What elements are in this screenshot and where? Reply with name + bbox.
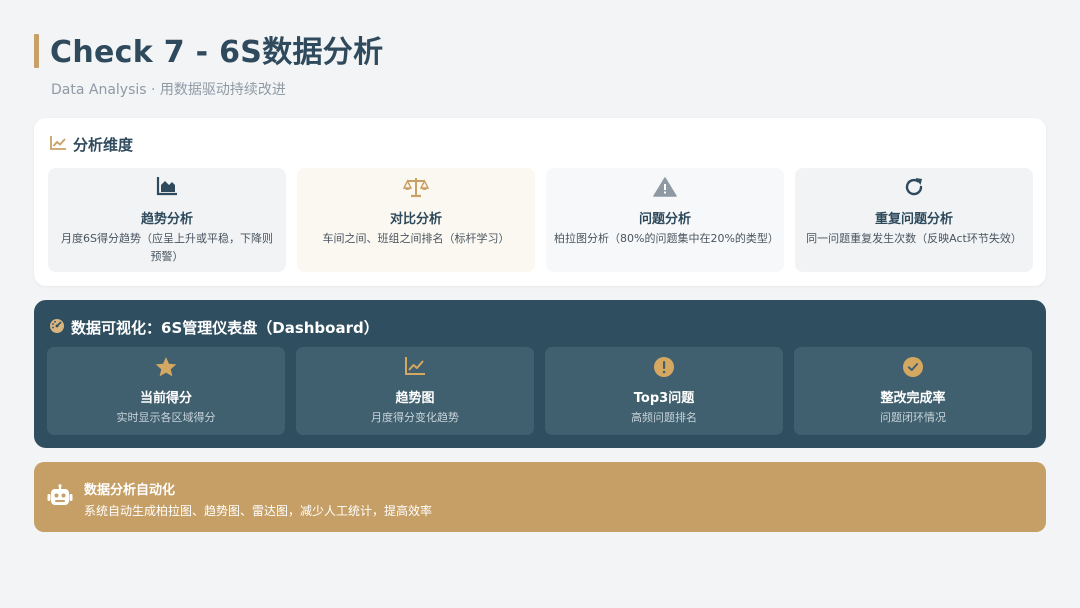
dimension-trend-analysis: 趋势分析 月度6S得分趋势（应呈上升或平稳，下降则预警）: [48, 168, 286, 272]
dashboard-header: 数据可视化：6S管理仪表盘（Dashboard）: [49, 317, 379, 338]
dimension-desc: 月度6S得分趋势（应呈上升或平稳，下降则预警）: [61, 232, 273, 263]
line-chart-icon: [404, 356, 426, 378]
dimension-desc: 车间之间、班组之间排名（标杆学习）: [322, 232, 510, 245]
dimension-name: 对比分析: [389, 212, 442, 227]
analysis-dimensions-header: 分析维度: [49, 134, 133, 155]
dashboard-tile-rectification-rate: 整改完成率 问题闭环情况: [794, 347, 1032, 435]
dashboard-tile-name: 当前得分: [139, 391, 192, 406]
line-chart-icon: [49, 135, 67, 155]
automation-desc: 系统自动生成柏拉图、趋势图、雷达图，减少人工统计，提高效率: [84, 504, 433, 518]
dashboard-tile-name: 整改完成率: [880, 391, 946, 406]
dimension-repeat-problem-analysis: 重复问题分析 同一问题重复发生次数（反映Act环节失效）: [795, 168, 1033, 272]
page-title: Check 7 - 6S数据分析: [50, 35, 384, 70]
warning-icon: [653, 176, 677, 200]
automation-card: 数据分析自动化 系统自动生成柏拉图、趋势图、雷达图，减少人工统计，提高效率: [34, 462, 1046, 532]
check-circle-icon: [902, 356, 924, 378]
dashboard-tile-desc: 月度得分变化趋势: [371, 411, 459, 424]
dashboard-tile-desc: 高频问题排名: [631, 411, 697, 424]
exclamation-circle-icon: [653, 356, 675, 378]
star-icon: [154, 356, 178, 378]
automation-title: 数据分析自动化: [84, 483, 176, 498]
balance-scale-icon: [402, 176, 430, 200]
dimension-name: 问题分析: [638, 212, 691, 227]
dashboard-card: 数据可视化：6S管理仪表盘（Dashboard） 当前得分 实时显示各区域得分 …: [34, 300, 1046, 448]
title-accent-bar: [34, 34, 39, 68]
dashboard-tile-current-score: 当前得分 实时显示各区域得分: [47, 347, 285, 435]
dimension-comparison-analysis: 对比分析 车间之间、班组之间排名（标杆学习）: [297, 168, 535, 272]
dashboard-tile-desc: 问题闭环情况: [880, 411, 946, 424]
area-chart-icon: [156, 176, 178, 200]
dashboard-tile-desc: 实时显示各区域得分: [116, 411, 216, 424]
dimension-desc: 柏拉图分析（80%的问题集中在20%的类型）: [554, 232, 779, 245]
redo-icon: [903, 176, 925, 200]
dashboard-tile-top3-problems: Top3问题 高频问题排名: [545, 347, 783, 435]
dashboard-tile-name: 趋势图: [395, 391, 435, 406]
dimension-desc: 同一问题重复发生次数（反映Act环节失效）: [806, 232, 1022, 245]
dimension-problem-analysis: 问题分析 柏拉图分析（80%的问题集中在20%的类型）: [546, 168, 784, 272]
dashboard-tile-name: Top3问题: [633, 391, 695, 406]
dimension-name: 趋势分析: [140, 212, 193, 227]
gauge-icon: [49, 318, 65, 338]
robot-icon: [47, 484, 73, 512]
page-subtitle: Data Analysis · 用数据驱动持续改进: [51, 82, 286, 98]
dimension-name: 重复问题分析: [874, 212, 953, 227]
dashboard-tile-trend-chart: 趋势图 月度得分变化趋势: [296, 347, 534, 435]
dashboard-title: 数据可视化：6S管理仪表盘（Dashboard）: [71, 319, 379, 337]
analysis-dimensions-card: 分析维度 趋势分析 月度6S得分趋势（应呈上升或平稳，下降则预警） 对比分析 车…: [34, 118, 1046, 286]
analysis-dimensions-title: 分析维度: [73, 136, 134, 154]
